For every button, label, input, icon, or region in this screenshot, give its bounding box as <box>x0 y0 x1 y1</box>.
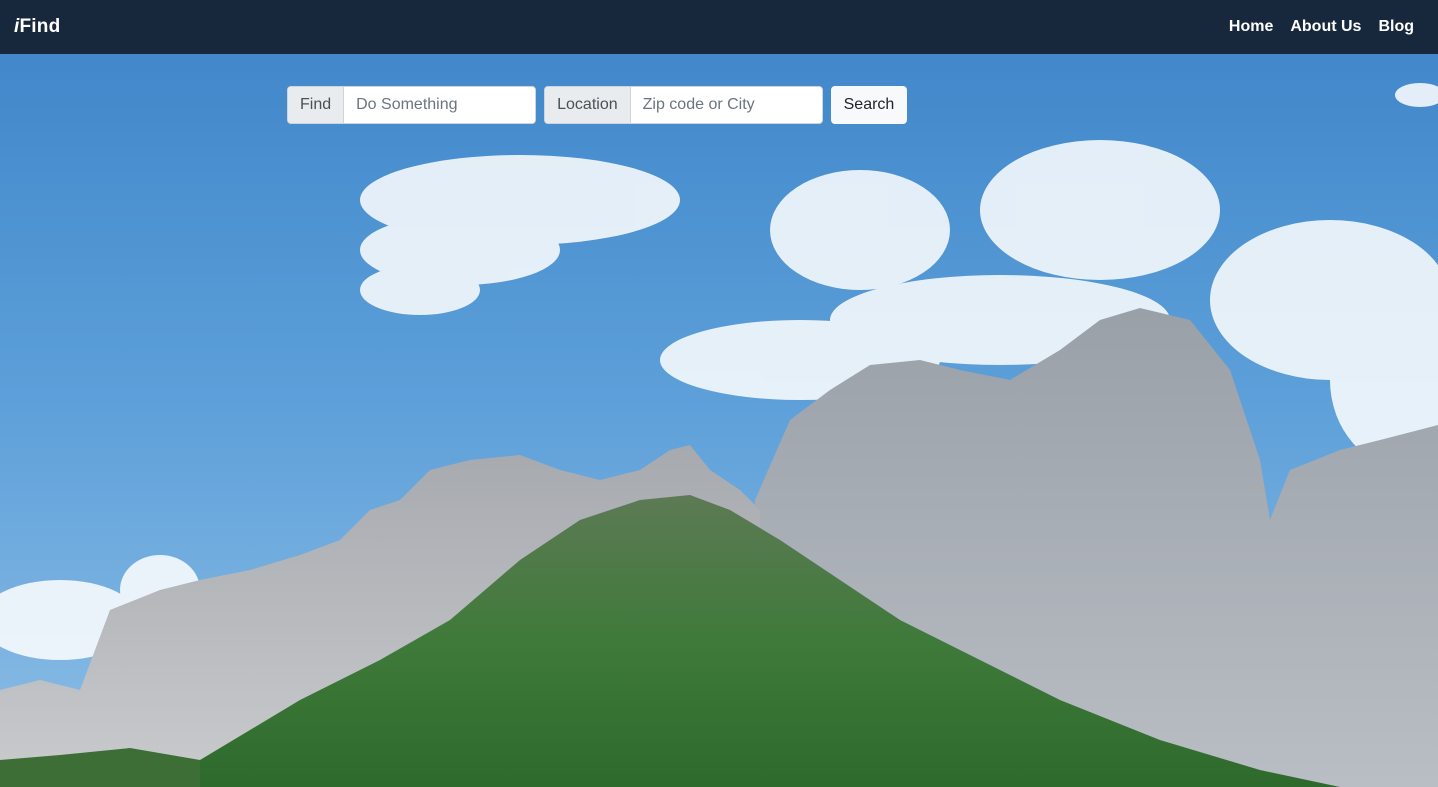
find-input[interactable] <box>344 87 536 123</box>
brand-suffix: Find <box>19 16 61 37</box>
find-input-group: Find <box>287 86 537 124</box>
brand-logo[interactable]: iFind <box>14 16 60 38</box>
search-form: Find Location Search <box>287 86 908 124</box>
page: iFind Home About Us Blog Find Location S… <box>0 0 1438 787</box>
location-label: Location <box>545 87 631 123</box>
nav-link-blog[interactable]: Blog <box>1378 18 1414 36</box>
nav-link-home[interactable]: Home <box>1229 18 1273 36</box>
nav-links: Home About Us Blog <box>1229 18 1424 36</box>
location-input-group: Location <box>544 86 823 124</box>
find-label: Find <box>288 87 345 123</box>
top-navbar: iFind Home About Us Blog <box>0 0 1438 54</box>
nav-link-about-us[interactable]: About Us <box>1290 18 1361 36</box>
search-button[interactable]: Search <box>830 86 908 124</box>
location-input[interactable] <box>630 87 822 123</box>
